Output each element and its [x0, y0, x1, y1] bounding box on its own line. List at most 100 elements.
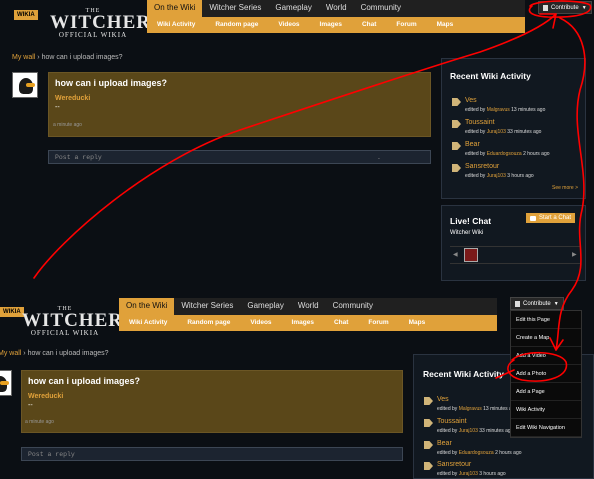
activity-meta-prefix: edited by — [465, 107, 486, 113]
recent-activity-title: Recent Wiki Activity — [450, 71, 531, 81]
reply-input[interactable]: Post a reply . — [48, 150, 431, 164]
subnav-forum[interactable]: Forum — [386, 17, 426, 33]
tab-on-the-wiki[interactable]: On the Wiki — [119, 298, 175, 315]
see-more-link[interactable]: See more > — [552, 185, 578, 191]
tab-community[interactable]: Community — [354, 0, 408, 17]
menu-item-edit-wiki-navigation[interactable]: Edit Wiki Navigation — [511, 419, 581, 437]
chevron-right-icon[interactable]: ▶ — [572, 251, 577, 258]
reply-placeholder: Post a reply — [28, 451, 75, 458]
witcher-logo[interactable]: THE WITCHER OFFICIAL WIKIA — [22, 306, 122, 337]
reply-cursor-mark: . — [377, 154, 381, 161]
post-title[interactable]: how can i upload images? — [28, 376, 140, 386]
subnav-videos[interactable]: Videos — [268, 17, 309, 33]
activity-page-link[interactable]: Bear — [437, 440, 452, 447]
contribute-button[interactable]: Contribute ▼ — [510, 297, 564, 310]
subnav-chat[interactable]: Chat — [324, 315, 358, 331]
post-timestamp[interactable]: a minute ago — [25, 419, 54, 425]
activity-page-link[interactable]: Toussaint — [465, 119, 495, 126]
avatar-beak — [0, 381, 9, 385]
contribute-dropdown: Edit this Page Create a Map Add a Video … — [510, 310, 582, 438]
chat-user-avatar[interactable] — [464, 248, 478, 262]
tab-world[interactable]: World — [319, 0, 354, 17]
wikia-badge[interactable]: WIKIA — [14, 10, 38, 20]
activity-meta-prefix: edited by — [465, 173, 486, 179]
activity-user-link[interactable]: Juraj103 — [487, 129, 506, 135]
activity-time: 33 minutes ago — [507, 129, 542, 135]
tab-witcher-series[interactable]: Witcher Series — [202, 0, 268, 17]
activity-time: 3 hours ago — [507, 173, 534, 179]
logo-main: WITCHER — [50, 12, 151, 33]
avatar[interactable] — [0, 370, 12, 396]
chevron-left-icon[interactable]: ◀ — [453, 251, 458, 258]
edit-page-icon — [424, 462, 433, 470]
menu-item-add-a-page[interactable]: Add a Page — [511, 383, 581, 401]
recent-activity-module: Recent Wiki Activity Ves edited by Malgr… — [441, 58, 586, 199]
witcher-logo[interactable]: THE WITCHER OFFICIAL WIKIA — [50, 8, 151, 39]
activity-user-link[interactable]: Malgravus — [487, 107, 510, 113]
edit-page-icon — [452, 142, 461, 150]
main-nav: On the Wiki Witcher Series Gameplay Worl… — [119, 298, 497, 315]
breadcrumb-thread: how can i upload images? — [27, 350, 109, 357]
activity-meta-prefix: edited by — [437, 471, 458, 477]
tab-world[interactable]: World — [291, 298, 326, 315]
start-chat-button[interactable]: Start a Chat — [526, 213, 576, 223]
tab-community[interactable]: Community — [326, 298, 380, 315]
menu-item-add-a-photo[interactable]: Add a Photo — [511, 365, 581, 383]
menu-item-edit-this-page[interactable]: Edit this Page — [511, 311, 581, 329]
activity-user-link[interactable]: Juraj103 — [459, 471, 478, 477]
post-body: -- — [55, 104, 60, 111]
activity-page-link[interactable]: Toussaint — [437, 418, 467, 425]
activity-page-link[interactable]: Sansretour — [465, 163, 499, 170]
document-icon — [543, 4, 548, 11]
subnav-chat[interactable]: Chat — [352, 17, 386, 33]
edit-page-icon — [424, 397, 433, 405]
breadcrumb-my-wall[interactable]: My wall — [0, 350, 21, 357]
activity-user-link[interactable]: Eduardogsouza — [459, 450, 494, 456]
subnav-forum[interactable]: Forum — [358, 315, 398, 331]
activity-page-link[interactable]: Bear — [465, 141, 480, 148]
message-post: how can i upload images? Wereducki -- — [48, 72, 431, 137]
subnav-images[interactable]: Images — [310, 17, 352, 33]
subnav-maps[interactable]: Maps — [427, 17, 464, 33]
post-author[interactable]: Wereducki — [55, 95, 90, 102]
menu-item-create-a-map[interactable]: Create a Map — [511, 329, 581, 347]
logo-sub: OFFICIAL WIKIA — [58, 31, 128, 39]
menu-item-wiki-activity[interactable]: Wiki Activity — [511, 401, 581, 419]
tab-on-the-wiki[interactable]: On the Wiki — [147, 0, 203, 17]
activity-user-link[interactable]: Malgravus — [459, 406, 482, 412]
avatar[interactable] — [12, 72, 38, 98]
tab-gameplay[interactable]: Gameplay — [268, 0, 318, 17]
contribute-button[interactable]: Contribute ▼ — [538, 1, 592, 14]
breadcrumb: My wall › how can i upload images? — [0, 350, 109, 357]
message-post: how can i upload images? Wereducki -- — [21, 370, 403, 433]
tab-witcher-series[interactable]: Witcher Series — [174, 298, 240, 315]
activity-meta: edited by Eduardogsouza 2 hours ago — [437, 450, 522, 456]
activity-time: 3 hours ago — [479, 471, 506, 477]
wikia-badge[interactable]: WIKIA — [0, 307, 24, 317]
post-title[interactable]: how can i upload images? — [55, 78, 167, 88]
breadcrumb-my-wall[interactable]: My wall — [12, 54, 35, 61]
subnav-random-page[interactable]: Random page — [177, 315, 240, 331]
activity-meta: edited by Juraj103 33 minutes ago — [437, 428, 513, 434]
tab-gameplay[interactable]: Gameplay — [240, 298, 290, 315]
subnav-wiki-activity[interactable]: Wiki Activity — [119, 315, 177, 331]
activity-page-link[interactable]: Sansretour — [437, 461, 471, 468]
activity-user-link[interactable]: Eduardogsouza — [487, 151, 522, 157]
activity-meta-prefix: edited by — [465, 151, 486, 157]
recent-activity-title: Recent Wiki Activity — [423, 369, 504, 379]
post-author[interactable]: Wereducki — [28, 393, 63, 400]
activity-user-link[interactable]: Juraj103 — [487, 173, 506, 179]
subnav-images[interactable]: Images — [282, 315, 324, 331]
breadcrumb: My wall › how can i upload images? — [12, 54, 123, 61]
activity-user-link[interactable]: Juraj103 — [459, 428, 478, 434]
subnav-random-page[interactable]: Random page — [205, 17, 268, 33]
subnav-maps[interactable]: Maps — [399, 315, 436, 331]
post-timestamp[interactable]: a minute ago — [53, 122, 82, 128]
activity-page-link[interactable]: Ves — [437, 396, 449, 403]
reply-input[interactable]: Post a reply — [21, 447, 403, 461]
subnav-videos[interactable]: Videos — [240, 315, 281, 331]
activity-page-link[interactable]: Ves — [465, 97, 477, 104]
menu-item-add-a-video[interactable]: Add a Video — [511, 347, 581, 365]
screenshot-before: WIKIA THE WITCHER OFFICIAL WIKIA On the … — [0, 0, 594, 290]
subnav-wiki-activity[interactable]: Wiki Activity — [147, 17, 205, 33]
